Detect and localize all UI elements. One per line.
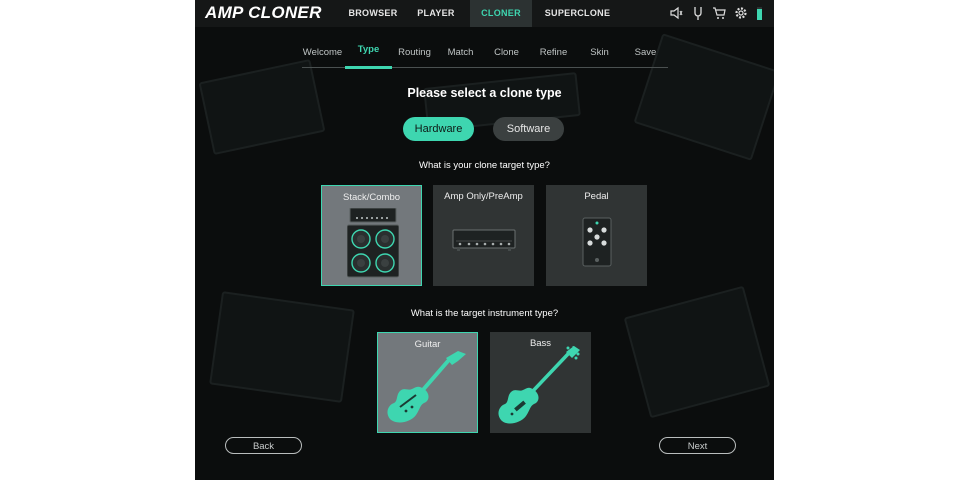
hardware-button[interactable]: Hardware: [403, 117, 474, 141]
next-button[interactable]: Next: [659, 437, 736, 454]
gear-icon[interactable]: [734, 6, 748, 20]
amp-head-icon: [452, 229, 516, 253]
instrument-question: What is the target instrument type?: [410, 308, 559, 319]
tuning-fork-icon[interactable]: [691, 6, 705, 20]
cart-icon[interactable]: [712, 6, 726, 20]
instrument-bass-card[interactable]: Bass: [490, 332, 591, 433]
target-type-question: What is your clone target type?: [419, 160, 550, 171]
top-navigation-bar: AMP CLONER BROWSER PLAYER CLONER SUPERCL…: [195, 0, 774, 27]
card-label: Stack/Combo: [342, 192, 401, 203]
step-routing[interactable]: Routing: [392, 47, 437, 67]
step-skin[interactable]: Skin: [577, 47, 622, 67]
guitar-icon: [386, 349, 470, 427]
background-decoration: [623, 285, 771, 419]
amp-cloner-window: AMP CLONER BROWSER PLAYER CLONER SUPERCL…: [195, 0, 774, 480]
background-decoration: [198, 58, 326, 156]
instrument-guitar-card[interactable]: Guitar: [377, 332, 478, 433]
nav-superclone[interactable]: SUPERCLONE: [540, 0, 615, 27]
step-type[interactable]: Type: [345, 44, 392, 64]
nav-cloner[interactable]: CLONER: [470, 0, 532, 27]
nav-browser[interactable]: BROWSER: [343, 0, 403, 27]
step-clone[interactable]: Clone: [484, 47, 529, 67]
target-stack-combo-card[interactable]: Stack/Combo: [321, 185, 422, 286]
app-logo: AMP CLONER: [205, 3, 322, 22]
level-meter-icon: [757, 7, 762, 20]
pedal-icon: [582, 217, 612, 267]
nav-player[interactable]: PLAYER: [405, 0, 467, 27]
stack-combo-icon: [347, 208, 399, 278]
target-amp-only-card[interactable]: Amp Only/PreAmp: [433, 185, 534, 286]
step-welcome[interactable]: Welcome: [300, 47, 345, 67]
target-pedal-card[interactable]: Pedal: [546, 185, 647, 286]
step-match[interactable]: Match: [438, 47, 483, 67]
step-refine[interactable]: Refine: [531, 47, 576, 67]
software-button[interactable]: Software: [493, 117, 564, 141]
active-step-indicator: [345, 66, 392, 69]
step-save[interactable]: Save: [623, 47, 668, 67]
back-button[interactable]: Back: [225, 437, 302, 454]
clone-type-title: Please select a clone type: [407, 86, 562, 100]
card-label: Amp Only/PreAmp: [444, 191, 523, 202]
bass-icon: [498, 346, 582, 426]
speaker-icon[interactable]: [669, 6, 683, 20]
card-label: Pedal: [584, 191, 609, 202]
